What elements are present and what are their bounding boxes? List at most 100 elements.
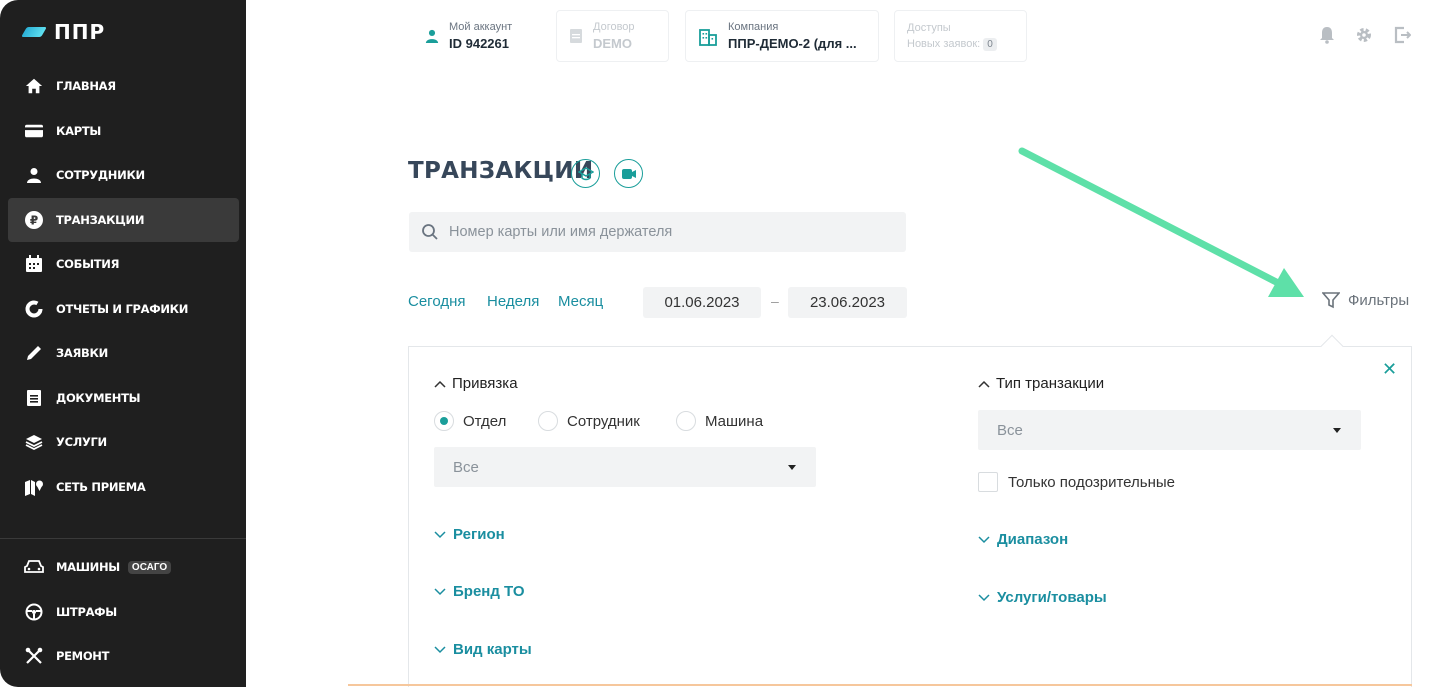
account-id: ID 942261	[449, 36, 509, 51]
sidebar-item-label: МАШИНЫ	[56, 560, 120, 575]
radio-dot	[538, 411, 558, 431]
sidebar-item-label: СОТРУДНИКИ	[56, 168, 145, 183]
donut-chart-icon	[24, 299, 44, 319]
new-requests-label: Новых заявок:	[907, 37, 981, 50]
chevron-down-icon	[434, 587, 446, 595]
chevron-down-icon	[978, 593, 990, 601]
card-type-toggle[interactable]: Вид карты	[434, 641, 532, 658]
period-month[interactable]: Месяц	[558, 293, 603, 310]
sidebar: ППР ГЛАВНАЯ КАРТЫ СОТРУДНИКИ ₽ ТРАНЗАКЦИ…	[0, 0, 246, 687]
video-button[interactable]	[614, 159, 643, 188]
checkbox-box	[978, 472, 998, 492]
document-icon	[24, 388, 44, 408]
chevron-up-icon	[434, 380, 446, 388]
bell-icon[interactable]	[1319, 26, 1335, 49]
sidebar-item-network[interactable]: СЕТЬ ПРИЕМА	[8, 465, 239, 510]
caret-down-icon	[1333, 427, 1341, 433]
contract-value: DEMO	[593, 36, 632, 51]
top-icons	[1319, 26, 1412, 49]
account-user-icon	[425, 29, 439, 43]
account-label: Мой аккаунт	[449, 21, 513, 33]
company-card[interactable]: Компания ППР-ДЕМО-2 (для ...	[685, 10, 879, 62]
sidebar-item-requests[interactable]: ЗАЯВКИ	[8, 331, 239, 376]
secondary-nav: МАШИНЫ ОСАГО ШТРАФЫ РЕМОНТ	[8, 545, 239, 679]
close-icon[interactable]: ✕	[1382, 359, 1397, 380]
services-goods-toggle[interactable]: Услуги/товары	[978, 589, 1107, 606]
region-toggle[interactable]: Регион	[434, 526, 505, 543]
brand-to-toggle[interactable]: Бренд ТО	[434, 583, 525, 600]
company-name: ППР-ДЕМО-2 (для ...	[728, 36, 857, 51]
radio-department[interactable]: Отдел	[434, 411, 506, 431]
date-from-input[interactable]: 01.06.2023	[643, 287, 761, 318]
card-type-label: Вид карты	[453, 641, 532, 658]
sidebar-item-repair[interactable]: РЕМОНТ	[8, 634, 239, 679]
suspicious-only-checkbox[interactable]: Только подозрительные	[978, 472, 1175, 492]
sidebar-item-label: СЕТЬ ПРИЕМА	[56, 479, 146, 494]
calendar-icon	[24, 254, 44, 274]
sidebar-item-label: ОТЧЕТЫ И ГРАФИКИ	[56, 301, 189, 316]
gear-icon[interactable]	[1355, 26, 1373, 49]
sidebar-item-cards[interactable]: КАРТЫ	[8, 109, 239, 154]
sidebar-item-label: ШТРАФЫ	[56, 604, 117, 619]
contract-card[interactable]: Договор DEMO	[556, 10, 669, 62]
period-today[interactable]: Сегодня	[408, 293, 466, 310]
radio-employee[interactable]: Сотрудник	[538, 411, 640, 431]
osago-badge: ОСАГО	[127, 560, 172, 574]
sidebar-item-home[interactable]: ГЛАВНАЯ	[8, 64, 239, 109]
region-label: Регион	[453, 526, 505, 543]
chevron-down-icon	[978, 535, 990, 543]
transaction-type-select[interactable]: Все	[978, 410, 1361, 450]
binding-select[interactable]: Все	[434, 447, 816, 487]
binding-section-toggle[interactable]: Привязка	[434, 375, 518, 392]
radio-car[interactable]: Машина	[676, 411, 763, 431]
tutorial-button[interactable]	[571, 159, 600, 188]
layers-icon	[24, 432, 44, 452]
filters-button[interactable]: Фильтры	[1322, 291, 1409, 309]
caret-down-icon	[788, 464, 796, 470]
sidebar-item-reports[interactable]: ОТЧЕТЫ И ГРАФИКИ	[8, 287, 239, 332]
search-icon	[422, 224, 438, 240]
logo-text: ППР	[54, 20, 106, 44]
sidebar-item-transactions[interactable]: ₽ ТРАНЗАКЦИИ	[8, 197, 239, 242]
map-icon	[24, 477, 44, 497]
sidebar-item-label: ЗАЯВКИ	[56, 346, 108, 361]
radio-dot	[434, 411, 454, 431]
search-input[interactable]	[449, 224, 889, 240]
user-icon	[24, 165, 44, 185]
range-label: Диапазон	[997, 531, 1069, 548]
graduation-cap-icon	[577, 166, 594, 180]
car-icon	[24, 557, 44, 577]
logo-mark-icon	[21, 27, 47, 37]
sidebar-item-services[interactable]: УСЛУГИ	[8, 420, 239, 465]
radio-dot	[676, 411, 696, 431]
sidebar-item-documents[interactable]: ДОКУМЕНТЫ	[8, 376, 239, 421]
sidebar-item-employees[interactable]: СОТРУДНИКИ	[8, 153, 239, 198]
sidebar-item-cars[interactable]: МАШИНЫ ОСАГО	[8, 545, 239, 590]
logout-icon[interactable]	[1393, 26, 1412, 49]
chevron-down-icon	[434, 530, 446, 538]
sidebar-item-events[interactable]: СОБЫТИЯ	[8, 242, 239, 287]
company-building-icon	[699, 29, 717, 46]
period-week[interactable]: Неделя	[487, 293, 539, 310]
access-label: Доступы	[907, 21, 951, 34]
contract-label: Договор	[593, 21, 635, 33]
radio-label: Отдел	[463, 412, 507, 430]
logo[interactable]: ППР	[21, 20, 106, 44]
card-icon	[24, 121, 44, 141]
bottom-accent-line	[348, 684, 1412, 686]
access-card[interactable]: Доступы Новых заявок: 0	[894, 10, 1027, 62]
video-camera-icon	[621, 168, 636, 179]
transaction-type-title: Тип транзакции	[996, 375, 1105, 392]
search-box[interactable]	[409, 212, 906, 252]
sidebar-item-fines[interactable]: ШТРАФЫ	[8, 590, 239, 635]
ruble-icon: ₽	[24, 210, 44, 230]
date-to-input[interactable]: 23.06.2023	[788, 287, 907, 318]
account-card[interactable]: Мой аккаунт ID 942261	[412, 10, 538, 62]
access-sub: Новых заявок: 0	[907, 37, 997, 51]
sidebar-item-label: ДОКУМЕНТЫ	[56, 390, 141, 405]
range-toggle[interactable]: Диапазон	[978, 531, 1068, 548]
page-title: ТРАНЗАКЦИИ	[408, 158, 594, 184]
svg-text:₽: ₽	[30, 213, 38, 227]
brand-to-label: Бренд ТО	[453, 583, 525, 600]
transaction-type-toggle[interactable]: Тип транзакции	[978, 375, 1104, 392]
